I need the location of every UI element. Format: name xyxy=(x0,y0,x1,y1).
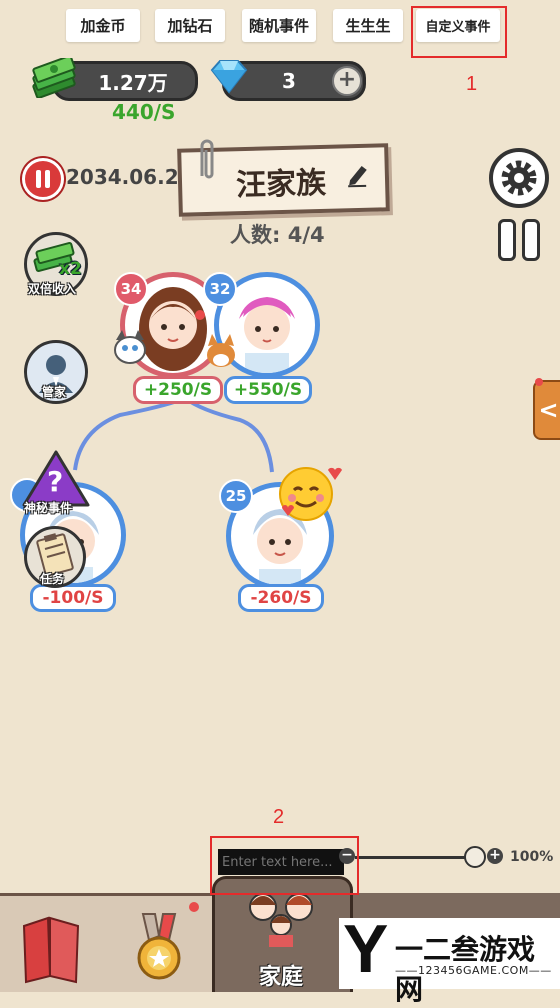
annotation-box-2 xyxy=(210,836,359,895)
member-income: +250/S xyxy=(133,376,223,404)
member-income: -260/S xyxy=(238,584,324,612)
zoom-value: 100% xyxy=(510,849,554,865)
dog-pet-icon xyxy=(204,334,238,368)
mystery-question-mark: ? xyxy=(47,465,64,498)
member-income: -100/S xyxy=(30,584,116,612)
watermark-letter: Y xyxy=(343,911,389,987)
zoom-slider-handle[interactable] xyxy=(464,846,486,868)
smiling-face-emoji-icon xyxy=(276,464,342,524)
annotation-label-2: 2 xyxy=(273,806,285,828)
task-label: 任务 xyxy=(40,572,65,586)
watermark-url: ——123456GAME.COM—— xyxy=(395,964,552,977)
tab-family-label: 家庭 xyxy=(259,965,304,990)
achievements-notification-dot xyxy=(189,902,199,912)
zoom-slider-track[interactable] xyxy=(355,856,467,859)
book-icon xyxy=(22,916,80,984)
member-age-badge: 32 xyxy=(203,272,237,306)
member-age-badge: 34 xyxy=(114,272,148,306)
cat-pet-icon xyxy=(112,330,148,366)
watermark-logo: Y 一二叁游戏网 ——123456GAME.COM—— xyxy=(339,911,560,1006)
member-age-badge: 25 xyxy=(219,479,253,513)
tab-book[interactable] xyxy=(0,893,105,992)
mystery-event-label: 神秘事件 xyxy=(24,501,73,515)
zoom-in-button[interactable]: + xyxy=(487,848,503,864)
member-income: +550/S xyxy=(224,376,312,404)
